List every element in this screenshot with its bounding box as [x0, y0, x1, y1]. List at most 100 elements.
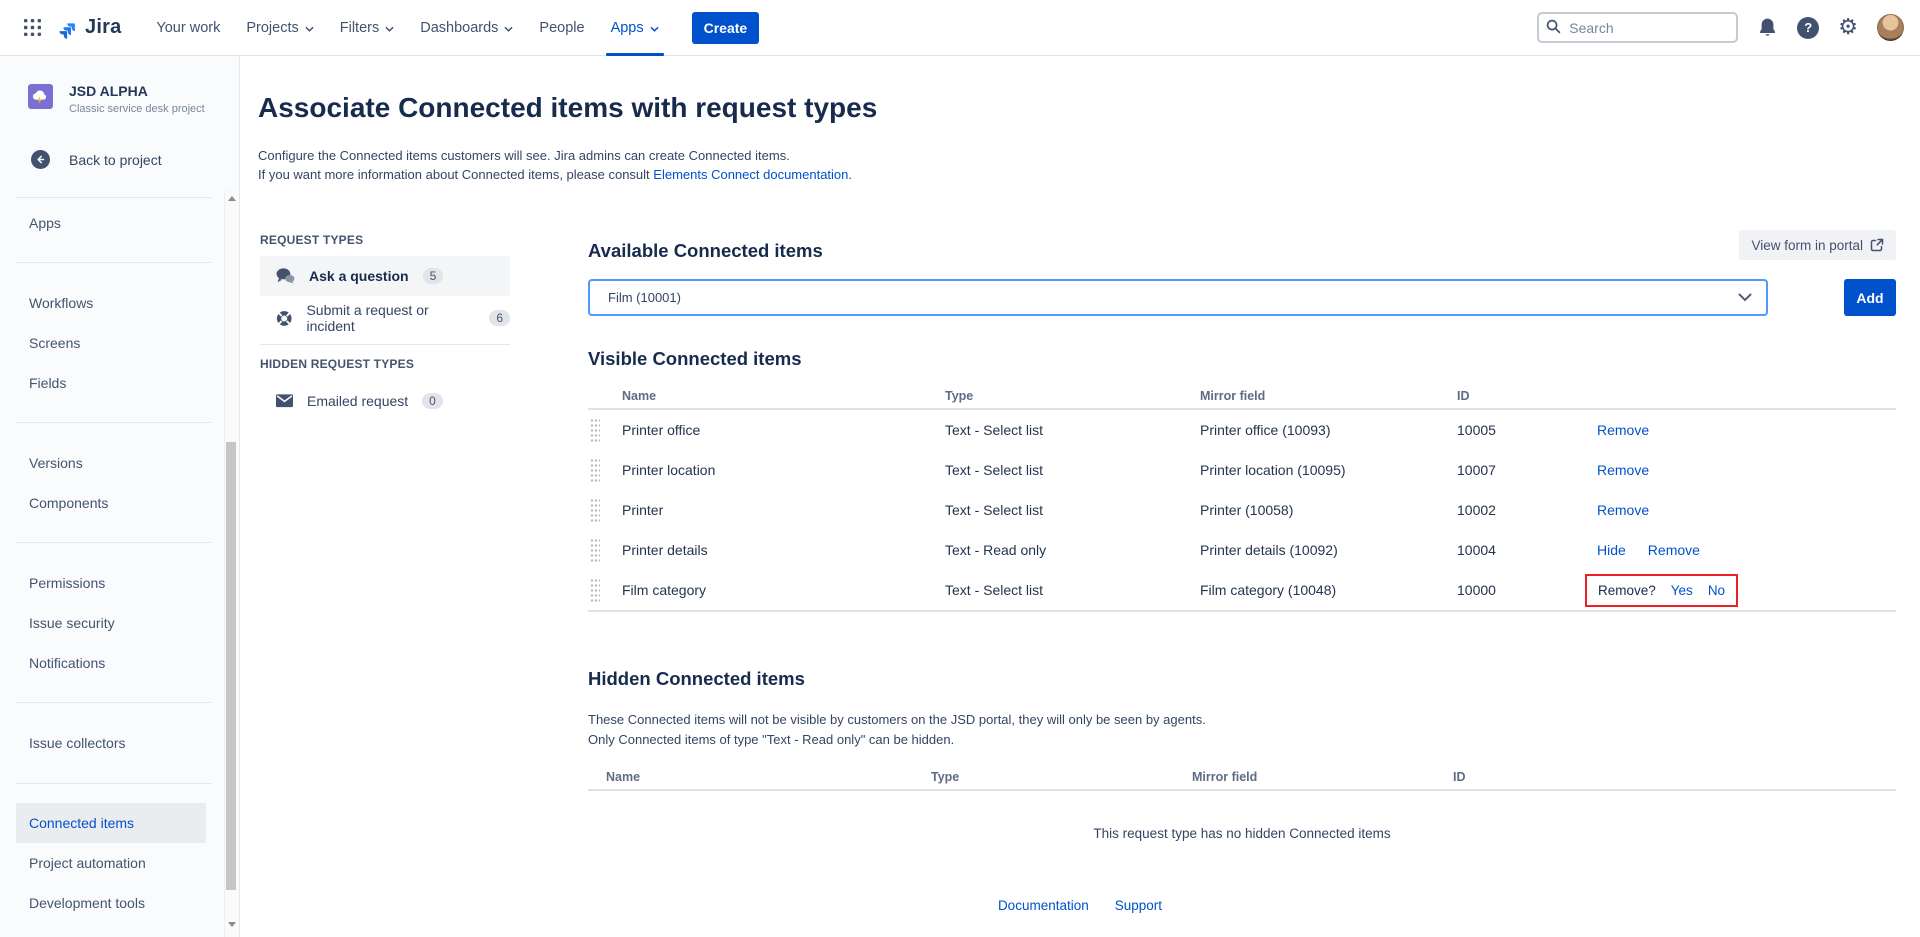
description-line-1: Configure the Connected items customers … [258, 146, 852, 165]
divider [16, 783, 212, 784]
drag-handle-icon[interactable] [590, 458, 600, 482]
column-header-id: ID [1453, 770, 1896, 784]
nav-your-work[interactable]: Your work [143, 0, 233, 56]
envelope-icon [276, 394, 293, 408]
cell-id: 10004 [1457, 542, 1597, 558]
notifications-bell-icon[interactable] [1757, 17, 1778, 38]
view-form-in-portal-button[interactable]: View form in portal [1739, 230, 1896, 260]
hide-link[interactable]: Hide [1597, 542, 1626, 558]
hidden-request-types-section-label: HIDDEN REQUEST TYPES [260, 357, 414, 371]
cell-mirror-field: Film category (10048) [1200, 582, 1457, 598]
help-icon[interactable]: ? [1797, 17, 1819, 39]
support-link[interactable]: Support [1115, 898, 1162, 913]
sidebar-item-issue-security[interactable]: Issue security [29, 613, 115, 633]
table-row: Film category Text - Select list Film ca… [588, 570, 1896, 610]
elements-connect-documentation-link[interactable]: Elements Connect documentation [653, 167, 848, 182]
column-header-mirror-field: Mirror field [1192, 770, 1453, 784]
nav-filters[interactable]: Filters [327, 0, 407, 56]
page-footer: Documentation Support [240, 898, 1920, 913]
sidebar-item-apps[interactable]: Apps [29, 213, 61, 233]
cell-type: Text - Select list [945, 502, 1200, 518]
app-switcher-icon[interactable] [16, 12, 48, 44]
scrollbar-up-arrow[interactable] [228, 196, 236, 201]
sidebar-item-screens[interactable]: Screens [29, 333, 80, 353]
sidebar-item-label: Connected items [29, 815, 134, 831]
remove-link[interactable]: Remove [1597, 422, 1649, 438]
cell-type: Text - Select list [945, 582, 1200, 598]
cell-id: 10000 [1457, 582, 1597, 598]
sidebar-item-permissions[interactable]: Permissions [29, 573, 105, 593]
divider [16, 542, 212, 543]
remove-link[interactable]: Remove [1597, 462, 1649, 478]
settings-gear-icon[interactable]: ⚙ [1838, 17, 1858, 39]
table-row: Printer Text - Select list Printer (1005… [588, 490, 1896, 530]
empty-state-message: This request type has no hidden Connecte… [588, 791, 1896, 876]
sidebar-item-components[interactable]: Components [29, 493, 108, 513]
remove-link[interactable]: Remove [1648, 542, 1700, 558]
column-header-type: Type [945, 389, 1200, 403]
request-type-label: Emailed request [307, 393, 408, 409]
documentation-link[interactable]: Documentation [998, 898, 1089, 913]
project-avatar [28, 84, 53, 109]
table-row: Printer location Text - Select list Prin… [588, 450, 1896, 490]
top-navigation-bar: Jira Your work Projects Filters Dashboar… [0, 0, 1920, 56]
request-type-ask-a-question[interactable]: Ask a question 5 [260, 256, 510, 296]
drag-handle-icon[interactable] [590, 538, 600, 562]
main-navigation: Your work Projects Filters Dashboards Pe… [143, 0, 671, 56]
create-button[interactable]: Create [692, 12, 760, 44]
cell-name: Printer [622, 502, 945, 518]
remove-link[interactable]: Remove [1597, 502, 1649, 518]
view-form-label: View form in portal [1751, 238, 1863, 253]
page-title: Associate Connected items with request t… [258, 92, 877, 124]
nav-label: Your work [156, 20, 220, 36]
request-type-submit-a-request-or-incident[interactable]: Submit a request or incident 6 [260, 300, 510, 336]
drag-handle-icon[interactable] [590, 418, 600, 442]
available-connected-items-heading: Available Connected items [588, 240, 823, 262]
nav-dashboards[interactable]: Dashboards [407, 0, 526, 56]
request-type-emailed-request[interactable]: Emailed request 0 [260, 383, 510, 419]
table-row: Printer office Text - Select list Printe… [588, 410, 1896, 450]
gear-glyph: ⚙ [1838, 17, 1858, 39]
sidebar-item-workflows[interactable]: Workflows [29, 293, 93, 313]
confirm-yes-link[interactable]: Yes [1671, 583, 1693, 598]
sidebar-item-versions[interactable]: Versions [29, 453, 83, 473]
jira-logo[interactable]: Jira [54, 15, 121, 40]
selected-option: Film (10001) [608, 290, 1738, 305]
request-type-count-badge: 6 [489, 310, 510, 326]
back-to-project-button[interactable]: Back to project [31, 150, 162, 169]
search-input[interactable] [1537, 12, 1738, 43]
table-header-row: Name Type Mirror field ID [588, 765, 1896, 791]
remove-confirm-prompt: Remove? [1598, 583, 1656, 598]
hidden-section-description: These Connected items will not be visibl… [588, 710, 1206, 749]
drag-handle-icon[interactable] [590, 498, 600, 522]
add-button[interactable]: Add [1844, 279, 1896, 316]
user-avatar[interactable] [1877, 14, 1904, 41]
sidebar-item-development-tools[interactable]: Development tools [29, 893, 145, 913]
project-name: JSD ALPHA [69, 84, 205, 99]
sidebar-item-project-automation[interactable]: Project automation [29, 853, 146, 873]
request-type-count-badge: 5 [423, 268, 444, 284]
sidebar-item-notifications[interactable]: Notifications [29, 653, 105, 673]
sidebar-item-connected-items[interactable]: Connected items [16, 803, 206, 843]
nav-label: Dashboards [420, 20, 498, 36]
sidebar-scrollbar-thumb[interactable] [226, 442, 236, 890]
sidebar-item-fields[interactable]: Fields [29, 373, 66, 393]
chevron-down-icon [1738, 293, 1752, 302]
drag-handle-icon[interactable] [590, 578, 600, 602]
column-header-id: ID [1457, 389, 1597, 403]
confirm-no-link[interactable]: No [1708, 583, 1725, 598]
scrollbar-down-arrow[interactable] [228, 922, 236, 927]
project-type: Classic service desk project [69, 103, 205, 115]
chevron-down-icon [385, 26, 394, 32]
nav-people[interactable]: People [526, 0, 597, 56]
nav-apps[interactable]: Apps [598, 0, 672, 56]
divider [16, 702, 212, 703]
cell-id: 10007 [1457, 462, 1597, 478]
sidebar-item-issue-collectors[interactable]: Issue collectors [29, 733, 125, 753]
connected-item-select[interactable]: Film (10001) [588, 279, 1768, 316]
cell-name: Printer location [622, 462, 945, 478]
chevron-down-icon [650, 26, 659, 32]
cell-name: Film category [622, 582, 945, 598]
table-header-row: Name Type Mirror field ID [588, 383, 1896, 410]
nav-projects[interactable]: Projects [233, 0, 326, 56]
